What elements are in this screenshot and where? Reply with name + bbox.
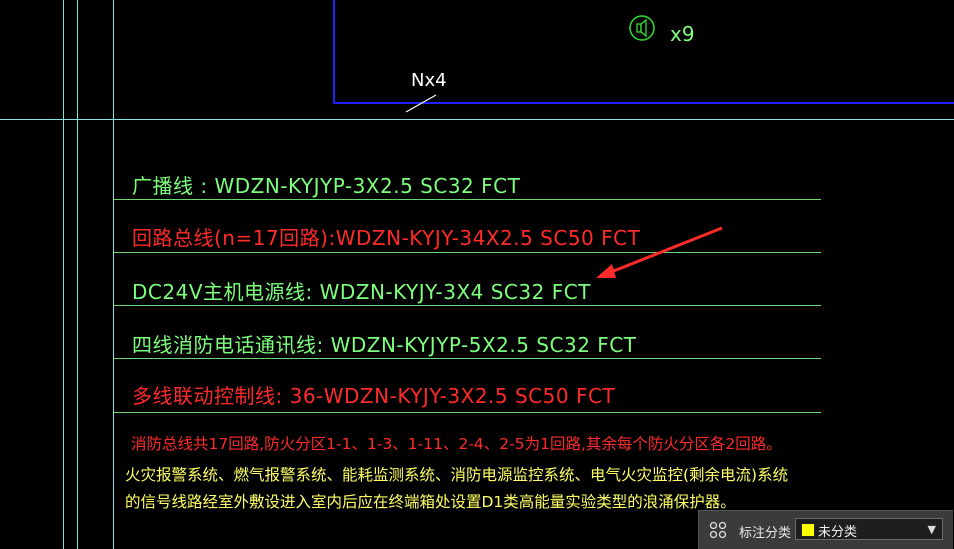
legend-row-linkage: 多线联动控制线: 36-WDZN-KYJY-3X2.5 SC50 FCT [132,384,616,408]
legend-row-loop-bus: 回路总线(n=17回路):WDZN-KYJY-34X2.5 SC50 FCT [132,226,641,250]
category-label: 标注分类 [739,526,792,541]
guide-line-top [0,119,954,120]
legend-row-power: DC24V主机电源线: WDZN-KYJY-3X4 SC32 FCT [132,280,591,304]
wire-tick [405,94,437,113]
n-count-label: Nx4 [411,70,447,91]
legend-divider [113,305,821,306]
category-dropdown[interactable]: 未分类 ▼ [795,518,943,540]
annotation-arrow [596,226,723,278]
speaker-icon [629,15,655,41]
legend-divider [113,199,821,200]
guide-line-left-3 [113,0,114,549]
guide-line-left-2 [77,0,78,549]
grid-icon[interactable] [709,521,727,539]
guide-line-left-1 [63,0,64,549]
color-swatch [801,523,815,537]
note-red: 消防总线共17回路,防火分区1-1、1-3、1-11、2-4、2-5为1回路,其… [131,435,782,453]
room-outline-left [333,0,335,104]
category-selected: 未分类 [818,525,858,540]
legend-row-phone: 四线消防电话通讯线: WDZN-KYJYP-5X2.5 SC32 FCT [132,333,637,357]
legend-divider [113,358,821,359]
note-green-line-2: 的信号线路经室外敷设进入室内后应在终端箱处设置D1类高能量实验类型的浪涌保护器。 [125,493,736,511]
annotation-category-panel: 标注分类 未分类 ▼ [698,510,953,549]
chevron-down-icon: ▼ [927,523,936,536]
legend-row-broadcast: 广播线 : WDZN-KYJYP-3X2.5 SC32 FCT [132,174,521,198]
speaker-count: x9 [670,22,695,46]
note-green-line-1: 火灾报警系统、燃气报警系统、能耗监测系统、消防电源监控系统、电气火灾监控(剩余电… [125,466,789,484]
legend-divider [113,412,821,413]
